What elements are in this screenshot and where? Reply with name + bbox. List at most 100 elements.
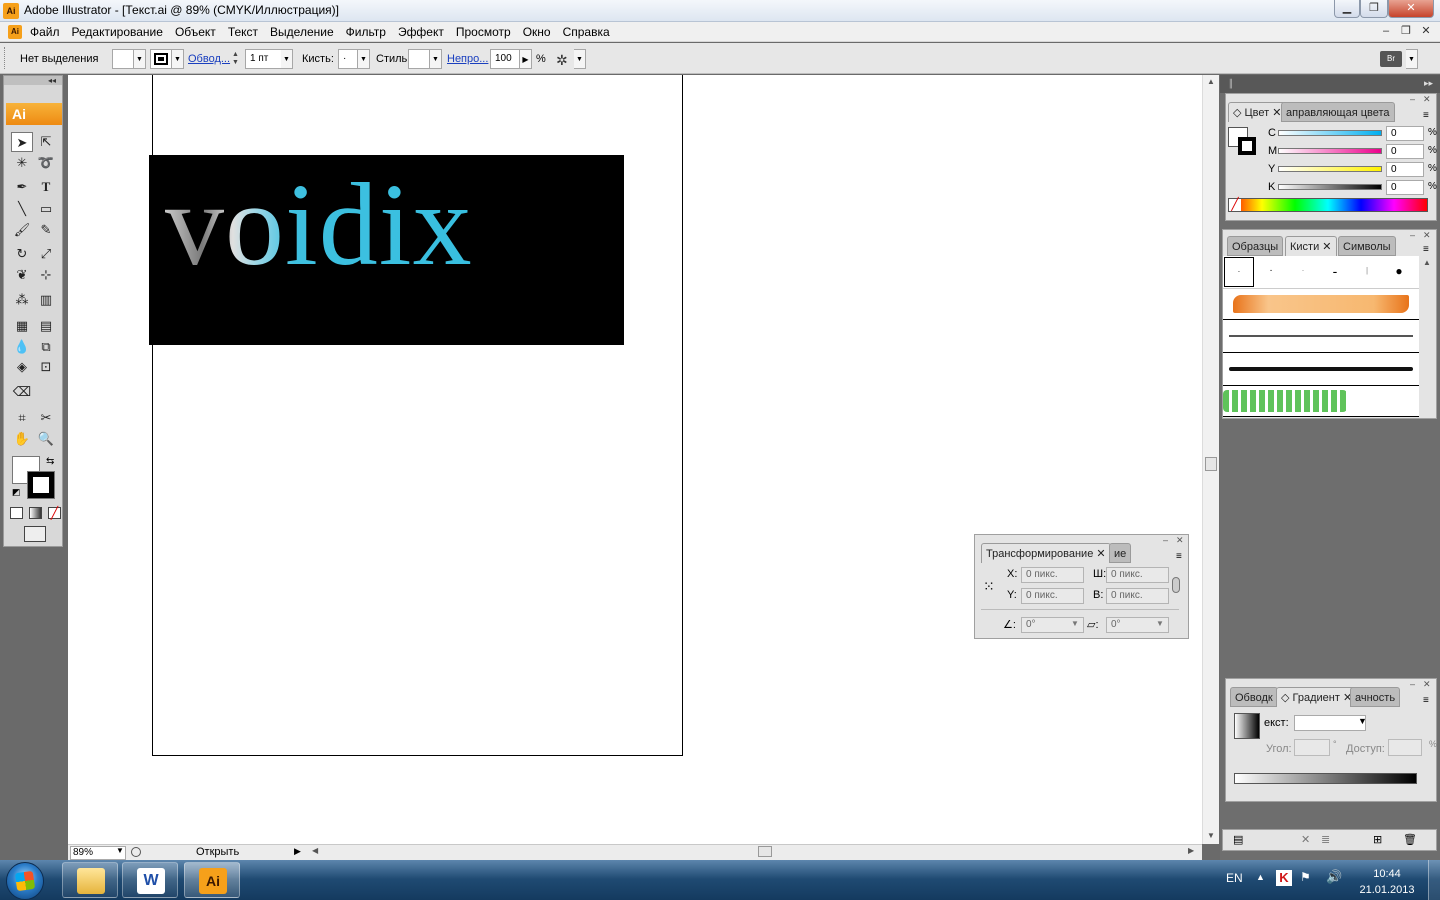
charcoal-brush-thin[interactable]: [1223, 321, 1419, 353]
stroke-swatch[interactable]: [150, 49, 172, 69]
taskbar-word[interactable]: W: [122, 862, 178, 898]
panel-menu-dropdown-icon[interactable]: ▼: [1406, 49, 1418, 69]
magic-wand-tool-icon[interactable]: ✳: [11, 153, 33, 173]
direct-selection-tool-icon[interactable]: ⇱: [35, 132, 57, 152]
gradient-tool-icon[interactable]: ▤: [35, 316, 57, 336]
constrain-link-icon[interactable]: [1172, 577, 1180, 593]
doc-close-button[interactable]: ✕: [1418, 25, 1434, 39]
channel-y-value[interactable]: 0: [1386, 162, 1424, 177]
menu-filter[interactable]: Фильтр: [346, 25, 392, 39]
tab-transform[interactable]: Трансформирование ✕: [981, 543, 1111, 563]
brush-field[interactable]: ·: [338, 49, 358, 69]
rectangle-tool-icon[interactable]: ▭: [35, 199, 57, 219]
brush-dropdown-icon[interactable]: ▼: [358, 49, 370, 69]
none-mode-icon[interactable]: ╱: [48, 507, 61, 519]
stroke-weight-field[interactable]: 1 пт: [245, 49, 283, 69]
logo-text[interactable]: voidix: [165, 160, 473, 290]
tab-swatches[interactable]: Образцы: [1227, 236, 1284, 256]
pen-tool-icon[interactable]: ✒: [11, 177, 33, 197]
brush-libraries-icon[interactable]: ▤: [1233, 833, 1243, 846]
dock-grip-icon[interactable]: ║: [1228, 79, 1234, 88]
tab-transparency[interactable]: ачность: [1350, 687, 1401, 707]
menu-help[interactable]: Справка: [563, 25, 616, 39]
paintbrush-tool-icon[interactable]: 🖌: [11, 220, 33, 240]
brush-dot-3[interactable]: ·: [1288, 257, 1318, 287]
tab-symbols[interactable]: Символы: [1338, 236, 1396, 256]
brush-dot-1[interactable]: ·: [1224, 257, 1254, 287]
stroke-weight-dropdown-icon[interactable]: ▼: [281, 49, 293, 69]
h-field[interactable]: 0 пикс.: [1106, 588, 1169, 604]
channel-c-slider[interactable]: [1278, 130, 1382, 136]
x-field[interactable]: 0 пикс.: [1021, 567, 1084, 583]
scroll-down-icon[interactable]: ▼: [1207, 831, 1215, 840]
zoom-tool-icon[interactable]: 🔍: [35, 429, 57, 449]
recolor-dropdown-icon[interactable]: ▼: [574, 49, 586, 69]
tab-color-guide[interactable]: аправляющая цвета: [1281, 102, 1395, 122]
brush-scroll-up-icon[interactable]: ▲: [1423, 258, 1431, 267]
rotate-tool-icon[interactable]: ↻: [11, 244, 33, 264]
color-panel-menu-icon[interactable]: ≡: [1423, 110, 1429, 121]
live-paint-selection-tool-icon[interactable]: ⊡: [35, 357, 57, 377]
scroll-up-icon[interactable]: ▲: [1207, 77, 1215, 86]
lasso-tool-icon[interactable]: ➰: [35, 153, 57, 173]
brushes-panel-minimize-icon[interactable]: –: [1410, 230, 1415, 240]
channel-m-value[interactable]: 0: [1386, 144, 1424, 159]
brush-dot-5[interactable]: |: [1352, 257, 1382, 287]
doc-restore-button[interactable]: ❐: [1398, 25, 1414, 39]
horizontal-scroll-thumb[interactable]: [758, 846, 772, 857]
brush-dot-2[interactable]: ·: [1256, 257, 1286, 287]
reference-point-icon[interactable]: ⁙: [983, 577, 1001, 595]
fill-dropdown-icon[interactable]: ▼: [134, 49, 146, 69]
stroke-dropdown-icon[interactable]: ▼: [172, 49, 184, 69]
gradient-panel-close-icon[interactable]: ✕: [1423, 679, 1431, 690]
stroke-link[interactable]: Обвод...: [188, 50, 230, 68]
scroll-right-icon[interactable]: ▶: [1188, 846, 1194, 855]
rotate-angle-arrow-icon[interactable]: ▼: [1071, 619, 1079, 628]
gradient-preview[interactable]: [1234, 713, 1260, 739]
symbol-sprayer-tool-icon[interactable]: ⁂: [11, 290, 33, 310]
transform-close-icon[interactable]: ✕: [1176, 535, 1184, 546]
zoom-dropdown-icon[interactable]: ▼: [116, 846, 124, 855]
column-graph-tool-icon[interactable]: ▥: [35, 290, 57, 310]
doc-minimize-button[interactable]: –: [1378, 25, 1394, 39]
panel-grip[interactable]: [4, 47, 7, 69]
banner-brush[interactable]: [1223, 288, 1419, 320]
opacity-arrow-icon[interactable]: ▶: [520, 49, 532, 69]
eraser-tool-icon[interactable]: ⌫: [11, 382, 33, 402]
menu-window[interactable]: Окно: [523, 25, 557, 39]
gradient-panel-menu-icon[interactable]: ≡: [1423, 695, 1429, 706]
screen-mode-icon[interactable]: [24, 526, 46, 542]
fill-swatch[interactable]: [112, 49, 134, 69]
channel-m-slider[interactable]: [1278, 148, 1382, 154]
brush-dot-4[interactable]: ‐: [1320, 257, 1350, 287]
brushes-panel-close-icon[interactable]: ✕: [1423, 230, 1431, 241]
close-button[interactable]: ✕: [1388, 0, 1434, 18]
scroll-left-icon[interactable]: ◀: [312, 846, 318, 855]
scale-tool-icon[interactable]: ⤢: [35, 244, 57, 264]
dock-collapse-icon[interactable]: ▸▸: [1424, 78, 1433, 89]
tab-gradient[interactable]: ◇ Градиент ✕: [1276, 687, 1358, 707]
selection-tool-icon[interactable]: ➤: [11, 132, 33, 152]
menu-edit[interactable]: Редактирование: [72, 25, 169, 39]
stroke-color-swatch[interactable]: [28, 472, 54, 498]
status-menu-icon[interactable]: ▶: [294, 846, 301, 857]
opacity-field[interactable]: 100: [490, 49, 520, 69]
style-swatch[interactable]: [408, 49, 430, 69]
transform-menu-icon[interactable]: ≡: [1176, 551, 1182, 562]
blend-tool-icon[interactable]: ⧉: [35, 337, 57, 357]
brush-dot-6[interactable]: ●: [1384, 257, 1414, 287]
language-indicator[interactable]: EN: [1226, 871, 1243, 885]
recolor-icon[interactable]: ✲: [556, 51, 574, 69]
charcoal-brush-thick[interactable]: [1223, 354, 1419, 386]
new-brush-icon[interactable]: ⊞: [1373, 833, 1382, 846]
menu-object[interactable]: Объект: [175, 25, 222, 39]
swap-colors-icon[interactable]: ⇆: [46, 456, 54, 467]
menu-file[interactable]: Файл: [30, 25, 66, 39]
style-dropdown-icon[interactable]: ▼: [430, 49, 442, 69]
tray-expand-icon[interactable]: ▲: [1256, 872, 1265, 882]
taskbar-illustrator[interactable]: Ai: [184, 862, 240, 898]
delete-brush-icon[interactable]: 🗑: [1403, 833, 1417, 846]
gradient-type-arrow-icon[interactable]: ▼: [1358, 716, 1367, 726]
color-stroke-swatch[interactable]: [1238, 137, 1256, 155]
action-center-icon[interactable]: ⚑: [1300, 870, 1311, 884]
